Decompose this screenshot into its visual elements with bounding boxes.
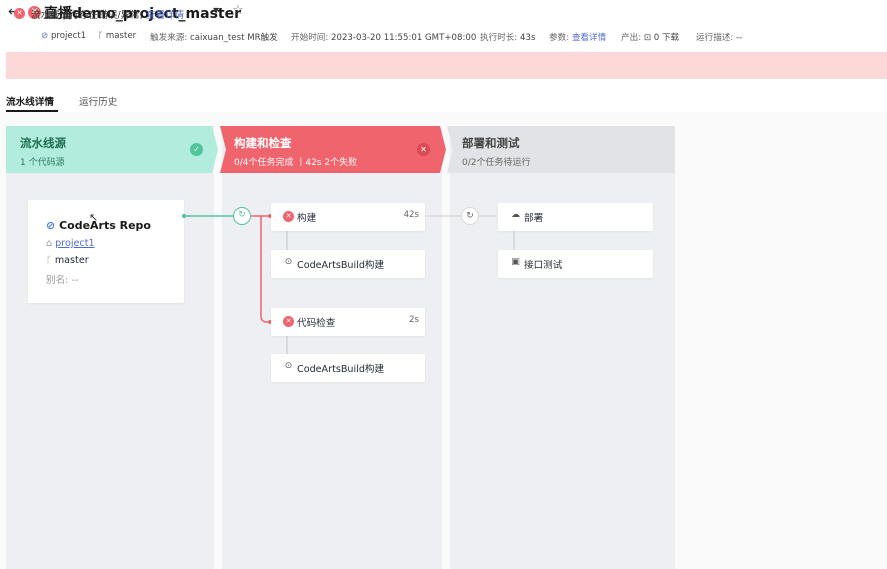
job-code-check[interactable]: ✕ 代码检查 2s [271, 308, 425, 336]
deploy-icon: ☁ [511, 210, 520, 220]
build-stage-trigger-icon[interactable]: ↻ [233, 207, 251, 225]
job-codearts-build-2[interactable]: ⊙ CodeArtsBuild构建 [271, 354, 425, 382]
job-code-check-time: 2s [409, 315, 419, 325]
test-icon: ▣ [511, 257, 520, 267]
job-api-test[interactable]: ▣ 接口测试 [498, 250, 653, 278]
job-deploy[interactable]: ☁ 部署 [498, 203, 653, 231]
deploy-stage-trigger-icon[interactable]: ↻ [461, 207, 479, 225]
job-api-test-label: 接口测试 [524, 260, 563, 271]
job-build-time: 42s [403, 210, 419, 220]
job-codearts-build-2-label: CodeArtsBuild构建 [297, 364, 385, 375]
job-failed-icon: ✕ [283, 316, 294, 327]
job-deploy-label: 部署 [524, 213, 544, 224]
job-codearts-build-1-label: CodeArtsBuild构建 [297, 260, 385, 271]
job-failed-icon: ✕ [283, 211, 294, 222]
job-code-check-label: 代码检查 [297, 318, 336, 329]
job-codearts-build-1[interactable]: ⊙ CodeArtsBuild构建 [271, 250, 425, 278]
build-task-icon: ⊙ [284, 361, 293, 371]
pipeline-connectors [182, 214, 515, 354]
job-build-label: 构建 [297, 213, 317, 224]
build-task-icon: ⊙ [284, 257, 293, 267]
job-build[interactable]: ✕ 构建 42s [271, 203, 425, 231]
